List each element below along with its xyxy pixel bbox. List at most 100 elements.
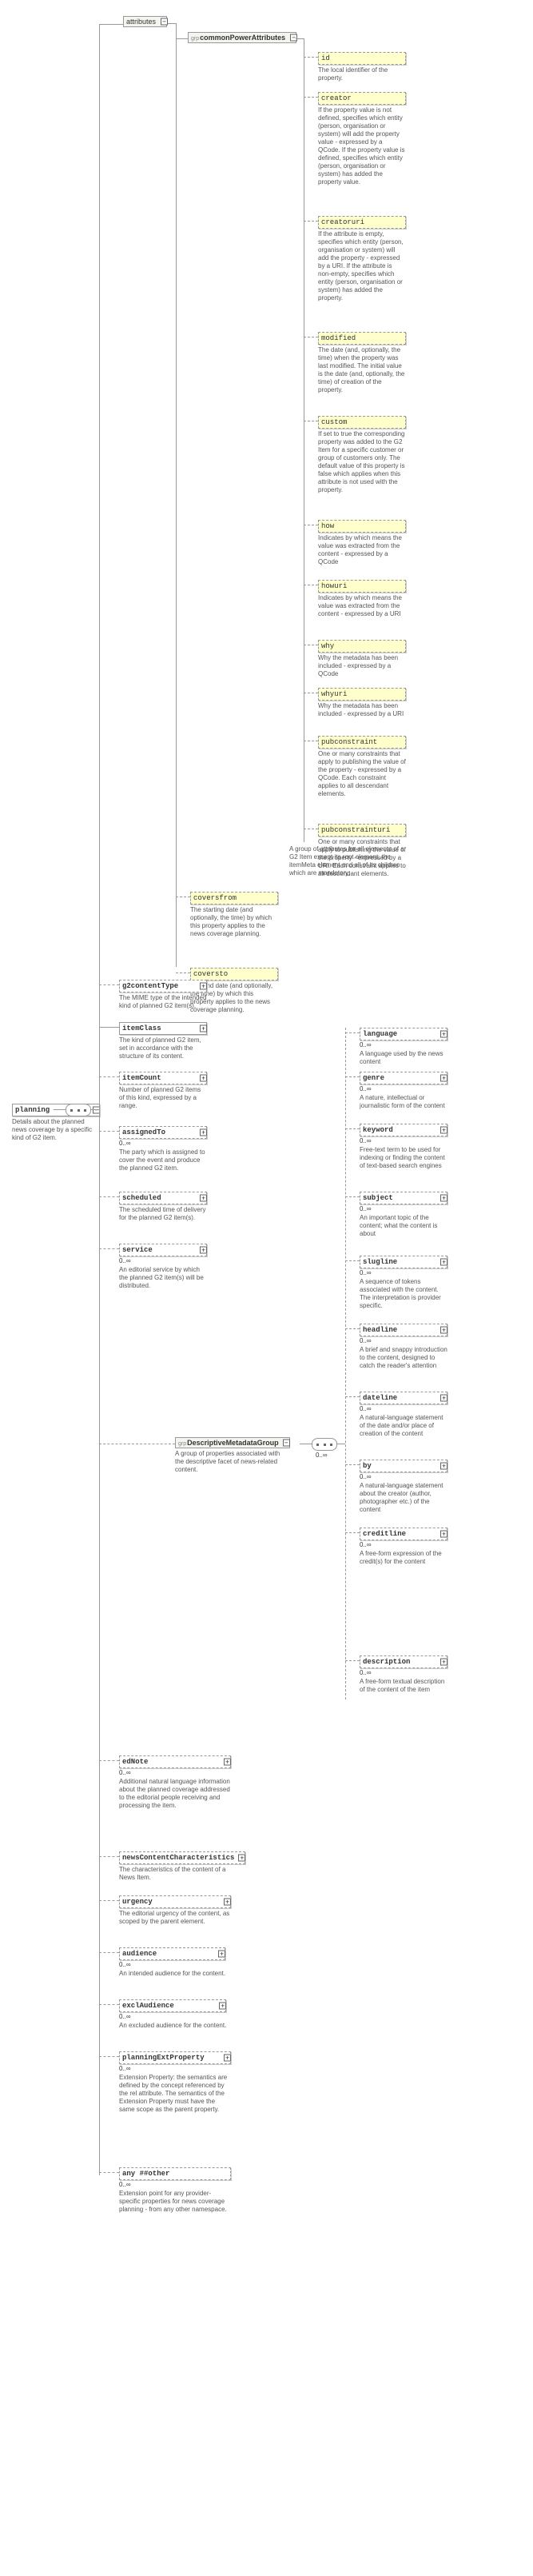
attr-pubconstraint[interactable]: pubconstraint	[318, 736, 406, 749]
attr-howuri[interactable]: howuri	[318, 580, 406, 593]
expand-icon[interactable]: +	[200, 983, 207, 990]
attr-label: modified	[319, 333, 405, 344]
element-desc: The characteristics of the content of a …	[119, 1866, 231, 1882]
group-DescriptiveMetadataGroup[interactable]: grpDescriptiveMetadataGroup −	[175, 1437, 290, 1448]
expand-icon[interactable]: +	[440, 1327, 447, 1334]
expand-icon[interactable]: +	[219, 2003, 226, 2010]
expand-icon[interactable]: +	[200, 1075, 207, 1082]
attr-custom[interactable]: custom	[318, 416, 406, 429]
expand-icon[interactable]: +	[440, 1259, 447, 1266]
attr-label: pubconstraint	[319, 737, 405, 748]
expand-icon[interactable]: +	[200, 1195, 207, 1202]
attr-coversfrom[interactable]: coversfrom	[190, 892, 278, 905]
attributes-group[interactable]: attributes −	[123, 16, 167, 27]
expand-icon[interactable]: +	[200, 1247, 207, 1254]
element-label: by	[360, 1460, 439, 1472]
occurs: 0..∞	[360, 1473, 447, 1480]
expand-icon[interactable]: +	[200, 1129, 207, 1136]
element-subject[interactable]: subject+	[360, 1192, 447, 1204]
expand-icon[interactable]: +	[224, 1899, 231, 1906]
occurs: 0..∞	[360, 1205, 447, 1212]
element-newsContentCharacteristics[interactable]: newsContentCharacteristics+	[119, 1851, 245, 1864]
expand-icon[interactable]: +	[440, 1075, 447, 1082]
collapse-icon[interactable]: −	[290, 34, 297, 42]
element-label: scheduled	[120, 1192, 198, 1204]
group-label: grpcommonPowerAttributes	[189, 33, 288, 42]
attr-coversto[interactable]: coversto	[190, 968, 278, 980]
element-planningExtProperty[interactable]: planningExtProperty+	[119, 2051, 231, 2064]
element-keyword[interactable]: keyword+	[360, 1124, 447, 1136]
occurs: 0..∞	[360, 1041, 447, 1048]
element-audience[interactable]: audience+	[119, 1947, 225, 1960]
element-urgency[interactable]: urgency+	[119, 1895, 231, 1908]
element-exclAudience[interactable]: exclAudience+	[119, 1999, 226, 2012]
group-commonPowerAttributes[interactable]: grpcommonPowerAttributes −	[188, 32, 296, 43]
element-any ##other[interactable]: any ##other	[119, 2167, 231, 2180]
element-dateline[interactable]: dateline+	[360, 1392, 447, 1404]
expand-icon[interactable]: +	[440, 1031, 447, 1038]
element-itemCount[interactable]: itemCount+	[119, 1072, 207, 1084]
attr-creator[interactable]: creator	[318, 92, 406, 105]
occurs: 0..∞	[119, 1140, 207, 1147]
attr-desc: Why the metadata has been included - exp…	[318, 654, 406, 678]
collapse-icon[interactable]: −	[283, 1440, 290, 1447]
element-slugline[interactable]: slugline+	[360, 1256, 447, 1268]
occurs: 0..∞	[360, 1669, 447, 1676]
attr-why[interactable]: why	[318, 640, 406, 653]
element-label: assignedTo	[120, 1127, 198, 1138]
element-edNote[interactable]: edNote+	[119, 1755, 231, 1768]
element-label: service	[120, 1244, 198, 1256]
element-headline[interactable]: headline+	[360, 1324, 447, 1336]
element-desc: The kind of planned G2 item, set in acco…	[119, 1036, 207, 1060]
root-desc: Details about the planned news coverage …	[12, 1118, 100, 1142]
element-description[interactable]: description+	[360, 1655, 447, 1668]
expand-icon[interactable]: +	[440, 1127, 447, 1134]
element-g2contentType[interactable]: g2contentType+	[119, 980, 207, 992]
expand-icon[interactable]: +	[218, 1951, 225, 1958]
expand-icon[interactable]: +	[440, 1463, 447, 1470]
element-label: slugline	[360, 1256, 439, 1268]
attr-creatoruri[interactable]: creatoruri	[318, 216, 406, 229]
expand-icon[interactable]: +	[238, 1855, 245, 1862]
expand-icon[interactable]: +	[200, 1025, 207, 1032]
element-desc: An editorial service by which the planne…	[119, 1266, 207, 1290]
attr-pubconstrainturi[interactable]: pubconstrainturi	[318, 824, 406, 837]
attr-label: id	[319, 53, 405, 64]
attr-desc: If the property value is not defined, sp…	[318, 106, 406, 186]
expand-icon[interactable]: +	[440, 1195, 447, 1202]
occurs: 0..∞	[119, 1257, 207, 1264]
attr-desc: The starting date (and optionally, the t…	[190, 906, 278, 938]
element-label: newsContentCharacteristics	[120, 1852, 237, 1863]
element-itemClass[interactable]: itemClass+	[119, 1022, 207, 1035]
element-assignedTo[interactable]: assignedTo+	[119, 1126, 207, 1139]
element-creditline[interactable]: creditline+	[360, 1528, 447, 1540]
element-by[interactable]: by+	[360, 1460, 447, 1472]
attr-whyuri[interactable]: whyuri	[318, 688, 406, 701]
occurs: 0..∞	[119, 1769, 231, 1776]
attr-modified[interactable]: modified	[318, 332, 406, 345]
expand-icon[interactable]: +	[224, 1759, 231, 1766]
expand-icon[interactable]: +	[224, 2055, 231, 2062]
attr-id[interactable]: id	[318, 52, 406, 65]
attr-label: whyuri	[319, 689, 405, 700]
expand-icon[interactable]: +	[440, 1395, 447, 1402]
occurs: 0..∞	[119, 2065, 231, 2072]
attr-label: pubconstrainturi	[319, 825, 405, 836]
expand-icon[interactable]: +	[440, 1659, 447, 1666]
element-scheduled[interactable]: scheduled+	[119, 1192, 207, 1204]
element-label: itemClass	[120, 1023, 198, 1034]
group-desc: A group of properties associated with th…	[175, 1450, 287, 1474]
expand-icon[interactable]: +	[440, 1531, 447, 1538]
collapse-icon[interactable]: −	[161, 18, 168, 26]
element-label: any ##other	[120, 2168, 222, 2179]
attr-how[interactable]: how	[318, 520, 406, 533]
attr-desc: Indicates by which means the value was e…	[318, 534, 406, 566]
occurs: 0..∞	[360, 1541, 447, 1548]
element-label: exclAudience	[120, 2000, 217, 2011]
element-desc: A free-form expression of the credit(s) …	[360, 1550, 447, 1566]
element-label: creditline	[360, 1528, 439, 1540]
element-language[interactable]: language+	[360, 1028, 447, 1040]
element-service[interactable]: service+	[119, 1244, 207, 1256]
attr-desc: If set to true the corresponding propert…	[318, 430, 406, 494]
element-genre[interactable]: genre+	[360, 1072, 447, 1084]
